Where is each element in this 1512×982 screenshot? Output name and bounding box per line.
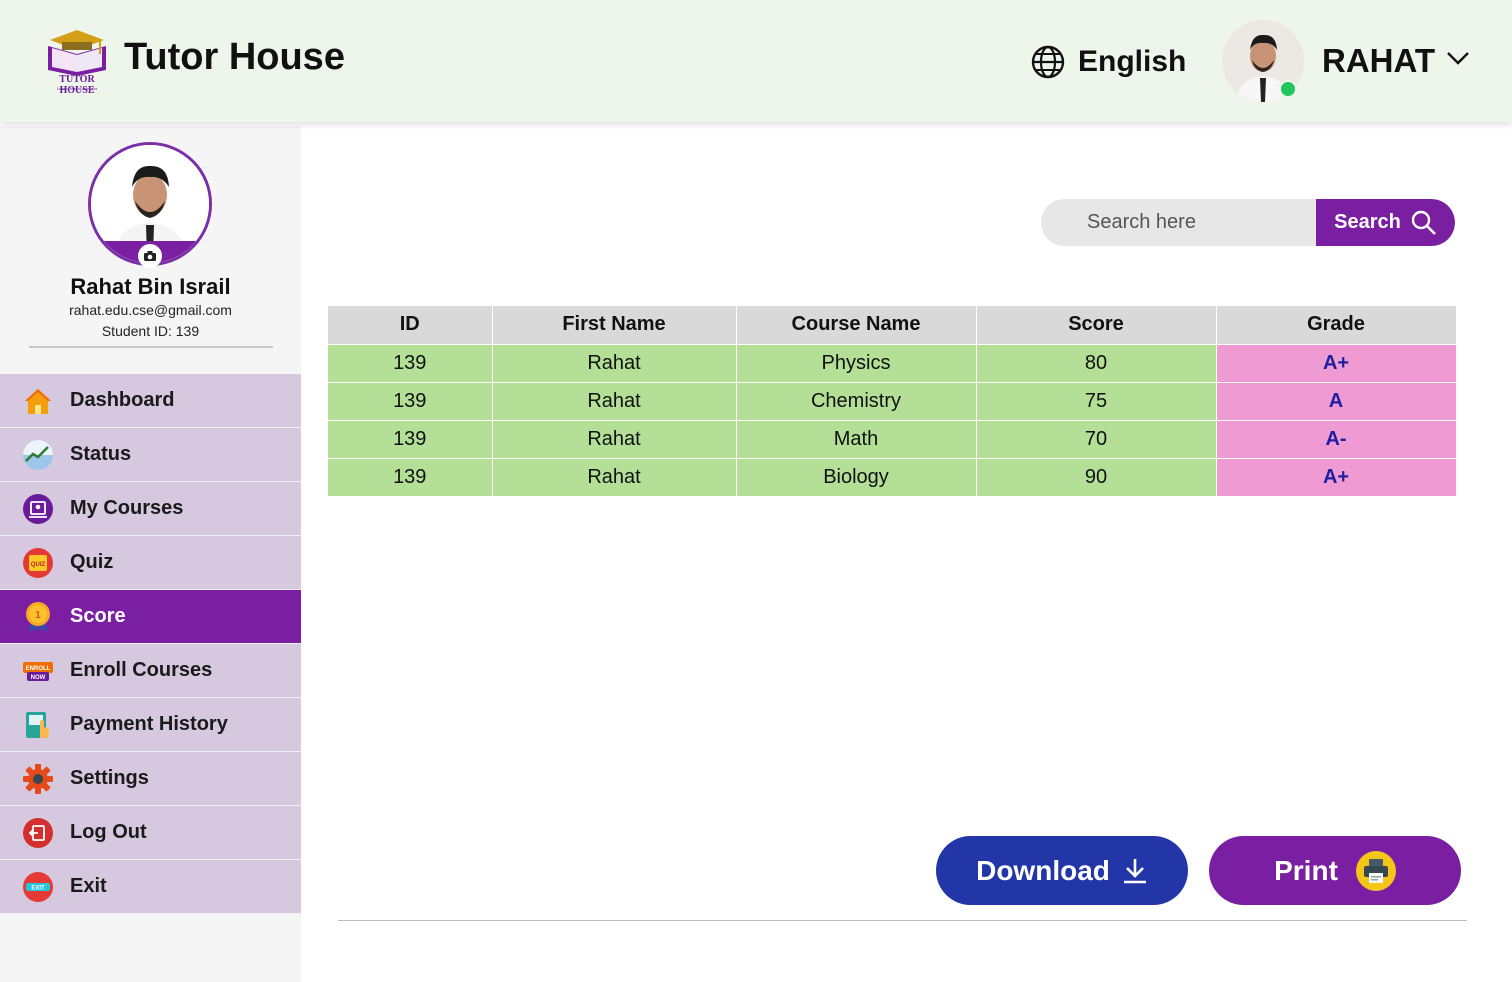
enroll-icon: ENROLL NOW — [22, 655, 54, 687]
sidebar-item-quiz[interactable]: QUIZ Quiz — [0, 536, 301, 590]
column-header-grade[interactable]: Grade — [1216, 306, 1457, 345]
exit-badge-text: EXIT — [31, 886, 45, 892]
cell-grade: A+ — [1216, 344, 1457, 383]
courses-icon — [22, 493, 54, 525]
sidebar-item-dashboard[interactable]: Dashboard — [0, 374, 301, 428]
printer-icon — [1355, 850, 1396, 891]
sidebar-item-label: Score — [70, 605, 126, 627]
profile-divider — [29, 346, 273, 348]
cell-course-name: Math — [736, 420, 977, 459]
enroll-badge-text: ENROLL — [26, 666, 51, 672]
cell-score: 90 — [976, 458, 1217, 497]
language-selector[interactable]: English — [1030, 44, 1186, 80]
sidebar-item-label: Settings — [70, 767, 149, 789]
home-icon — [22, 385, 54, 417]
search-input[interactable] — [1041, 199, 1317, 246]
content-divider — [338, 920, 1467, 921]
language-label: English — [1078, 45, 1187, 78]
score-table: ID First Name Course Name Score Grade 13… — [328, 306, 1457, 497]
sidebar-item-label: Quiz — [70, 551, 114, 573]
online-status-dot — [1279, 80, 1297, 98]
svg-text:1: 1 — [35, 610, 41, 621]
medal-icon: 1 — [22, 601, 54, 633]
cell-grade: A- — [1216, 420, 1457, 459]
camera-icon[interactable] — [138, 244, 162, 268]
profile-name: Rahat Bin Israil — [70, 274, 231, 299]
table-row[interactable]: 139 Rahat Chemistry 75 A — [328, 382, 1457, 421]
logo-tagline: Learn, Teach, Connect — [56, 86, 98, 91]
logo-text: TUTOR HOUSE — [59, 74, 95, 96]
quiz-badge-text: QUIZ — [31, 562, 46, 568]
cell-first-name: Rahat — [492, 344, 737, 383]
user-name: RAHAT — [1322, 42, 1436, 79]
chart-icon — [22, 439, 54, 471]
column-header-course-name[interactable]: Course Name — [736, 306, 977, 345]
cell-course-name: Physics — [736, 344, 977, 383]
cell-id: 139 — [328, 420, 493, 459]
sidebar-item-label: Log Out — [70, 821, 147, 843]
column-header-first-name[interactable]: First Name — [492, 306, 737, 345]
cell-grade: A — [1216, 382, 1457, 421]
column-header-id[interactable]: ID — [328, 306, 493, 345]
table-header-row: ID First Name Course Name Score Grade — [328, 306, 1457, 345]
sidebar-item-settings[interactable]: Settings — [0, 752, 301, 806]
cell-score: 75 — [976, 382, 1217, 421]
sidebar-item-label: Enroll Courses — [70, 659, 213, 681]
sidebar-item-label: My Courses — [70, 497, 184, 519]
exit-icon: EXIT — [22, 871, 54, 903]
print-button[interactable]: Print — [1209, 836, 1461, 905]
sidebar-item-enroll-courses[interactable]: ENROLL NOW Enroll Courses — [0, 644, 301, 698]
sidebar-item-label: Exit — [70, 875, 107, 897]
table-row[interactable]: 139 Rahat Physics 80 A+ — [328, 344, 1457, 383]
sidebar-item-my-courses[interactable]: My Courses — [0, 482, 301, 536]
print-button-label: Print — [1274, 854, 1338, 886]
chevron-down-icon[interactable] — [1446, 50, 1470, 71]
sidebar-item-label: Dashboard — [70, 389, 175, 411]
cell-score: 80 — [976, 344, 1217, 383]
download-button[interactable]: Download — [936, 836, 1188, 905]
payment-icon — [22, 709, 54, 741]
cell-id: 139 — [328, 458, 493, 497]
download-button-label: Download — [976, 854, 1110, 886]
cell-first-name: Rahat — [492, 382, 737, 421]
cell-id: 139 — [328, 344, 493, 383]
cell-grade: A+ — [1216, 458, 1457, 497]
search-button-label: Search — [1334, 211, 1401, 233]
profile-student-id: Student ID: 139 — [101, 323, 200, 339]
gear-icon — [22, 763, 54, 795]
search-icon — [1411, 210, 1436, 235]
sidebar-nav: Dashboard Status My Courses QUIZ Quiz 1 … — [0, 374, 301, 914]
cell-id: 139 — [328, 382, 493, 421]
sidebar-item-payment-history[interactable]: Payment History — [0, 698, 301, 752]
sidebar-item-status[interactable]: Status — [0, 428, 301, 482]
column-header-score[interactable]: Score — [976, 306, 1217, 345]
download-icon — [1123, 858, 1146, 883]
cell-first-name: Rahat — [492, 420, 737, 459]
logout-icon — [22, 817, 54, 849]
sidebar-item-label: Payment History — [70, 713, 228, 735]
cell-course-name: Chemistry — [736, 382, 977, 421]
profile-email: rahat.edu.cse@gmail.com — [69, 302, 232, 318]
quiz-icon: QUIZ — [22, 547, 54, 579]
sidebar-item-log-out[interactable]: Log Out — [0, 806, 301, 860]
search-bar: Search — [1041, 199, 1455, 246]
sidebar-item-score[interactable]: 1 Score — [0, 590, 301, 644]
cell-first-name: Rahat — [492, 458, 737, 497]
cell-score: 70 — [976, 420, 1217, 459]
enroll-now-badge-text: NOW — [31, 675, 46, 681]
brand-title: Tutor House — [124, 36, 345, 78]
sidebar-item-label: Status — [70, 443, 132, 465]
tutor-house-logo[interactable]: TUTOR HOUSE Learn, Teach, Connect — [42, 26, 112, 96]
table-row[interactable]: 139 Rahat Math 70 A- — [328, 420, 1457, 459]
search-button[interactable]: Search — [1316, 199, 1455, 246]
globe-icon — [1031, 45, 1065, 79]
table-row[interactable]: 139 Rahat Biology 90 A+ — [328, 458, 1457, 497]
app-header: TUTOR HOUSE Learn, Teach, Connect Tutor … — [0, 0, 1512, 122]
sidebar-item-exit[interactable]: EXIT Exit — [0, 860, 301, 914]
sidebar: Rahat Bin Israil rahat.edu.cse@gmail.com… — [0, 126, 301, 982]
logo-book-cap-icon — [48, 30, 106, 76]
cell-course-name: Biology — [736, 458, 977, 497]
